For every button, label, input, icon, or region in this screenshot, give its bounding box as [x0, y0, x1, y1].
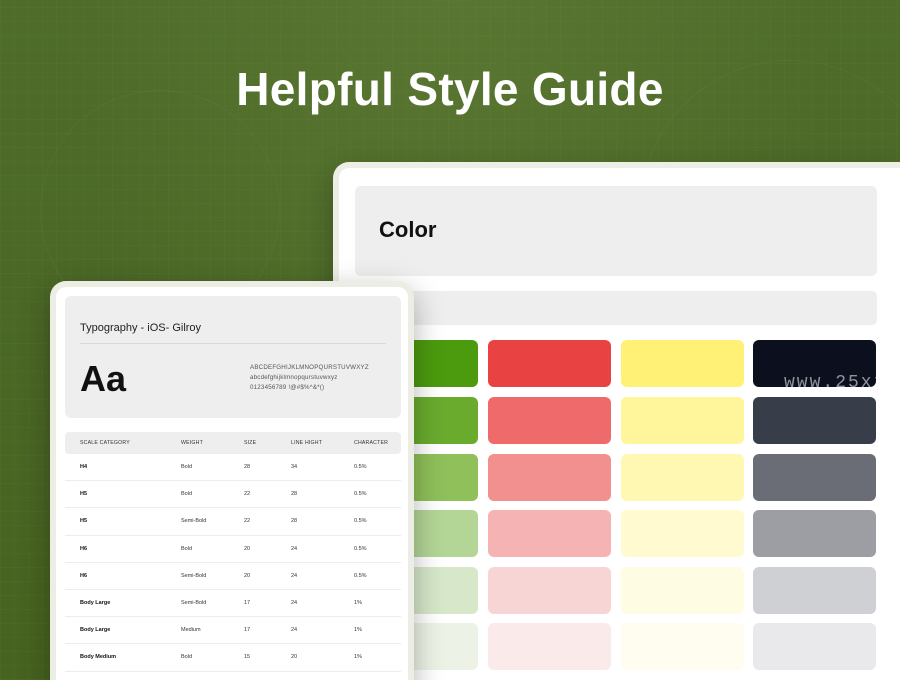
color-panel: Color OR www.25xt.com: [333, 162, 900, 680]
typography-panel: Typography - iOS- Gilroy Aa ABCDEFGHIJKL…: [50, 281, 414, 680]
column-header: LINE HIGHT: [291, 440, 323, 446]
cell-size: 20: [244, 572, 251, 579]
table-row: Body Large Medium 17 24 1%: [65, 617, 401, 645]
color-swatch-neutral-2[interactable]: [753, 397, 876, 444]
cell-character: 1%: [354, 627, 362, 634]
cell-size: 22: [244, 518, 251, 525]
sample-uppercase: ABCDEFGHIJKLMNOPQURSTUVWXYZ: [250, 364, 369, 371]
color-swatch-red-6[interactable]: [488, 623, 611, 670]
cell-scale-category: Body Large: [80, 600, 111, 607]
cell-scale-category: H5: [80, 491, 88, 498]
color-swatch-red-5[interactable]: [488, 567, 611, 614]
column-header: CHARACTER: [354, 440, 389, 446]
cell-line-height: 24: [291, 572, 298, 579]
cell-scale-category: Body Large: [80, 627, 111, 634]
color-swatch-red-4[interactable]: [488, 510, 611, 557]
color-swatch-yellow-1[interactable]: [621, 340, 744, 387]
color-subheader: OR: [355, 291, 877, 325]
table-row: H5 Semi-Bold 22 28 0.5%: [65, 508, 401, 536]
cell-weight: Medium: [181, 627, 201, 634]
cell-scale-category: H6: [80, 572, 88, 579]
cell-line-height: 24: [291, 545, 298, 552]
column-header: WEIGHT: [181, 440, 203, 446]
cell-size: 15: [244, 654, 251, 661]
typography-header: Typography - iOS- Gilroy Aa ABCDEFGHIJKL…: [65, 296, 401, 418]
column-header: SIZE: [244, 440, 257, 446]
cell-line-height: 28: [291, 518, 298, 525]
cell-line-height: 24: [291, 627, 298, 634]
divider: [80, 343, 386, 344]
cell-scale-category: H6: [80, 545, 88, 552]
color-title: Color: [379, 217, 437, 242]
color-swatch-yellow-4[interactable]: [621, 510, 744, 557]
table-row: H6 Semi-Bold 20 24 0.5%: [65, 563, 401, 590]
cell-character: 1%: [354, 654, 362, 661]
watermark: www.25xt.com: [784, 373, 900, 393]
color-swatch-neutral-3[interactable]: [753, 454, 876, 501]
table-row: Body Large Semi-Bold 17 24 1%: [65, 590, 401, 618]
cell-character: 1%: [354, 600, 362, 607]
cell-line-height: 28: [291, 491, 298, 498]
color-header: Color: [355, 186, 877, 276]
cell-size: 22: [244, 491, 251, 498]
cell-character: 0.5%: [354, 572, 367, 579]
color-swatch-red-2[interactable]: [488, 397, 611, 444]
sample-lowercase: abcdefghijklmnopqurstuvwxyz: [250, 374, 338, 381]
table-body: H4 Bold 28 34 0.5% H5 Bold 22 28 0.5% H5 Semi-Bold 2…: [65, 454, 401, 672]
table-row: H6 Bold 20 24 0.5%: [65, 536, 401, 563]
color-swatch-neutral-6[interactable]: [753, 623, 876, 670]
cell-scale-category: H4: [80, 464, 88, 471]
cell-weight: Bold: [181, 491, 193, 498]
cell-weight: Semi-Bold: [181, 572, 207, 579]
color-swatch-red-3[interactable]: [488, 454, 611, 501]
type-scale-table: SCALE CATEGORY WEIGHT SIZE LINE HIGHT CH…: [65, 432, 401, 672]
table-header: SCALE CATEGORY WEIGHT SIZE LINE HIGHT CH…: [65, 432, 401, 454]
cell-scale-category: H5: [80, 518, 88, 525]
cell-line-height: 34: [291, 464, 298, 471]
cell-character: 0.5%: [354, 518, 367, 525]
color-swatch-yellow-2[interactable]: [621, 397, 744, 444]
color-swatch-yellow-5[interactable]: [621, 567, 744, 614]
cell-character: 0.5%: [354, 491, 367, 498]
sample-numerals: 0123456789 !@#$%^&*(): [250, 384, 325, 391]
column-header: SCALE CATEGORY: [80, 440, 130, 446]
cell-weight: Bold: [181, 464, 193, 471]
type-specimen: Aa: [80, 358, 127, 399]
cell-weight: Bold: [181, 654, 193, 661]
color-swatch-yellow-3[interactable]: [621, 454, 744, 501]
table-row: Body Medium Bold 15 20 1%: [65, 644, 401, 672]
cell-scale-category: Body Medium: [80, 654, 117, 661]
character-sample: ABCDEFGHIJKLMNOPQURSTUVWXYZ abcdefghijkl…: [250, 363, 369, 393]
cell-line-height: 20: [291, 654, 298, 661]
color-swatch-yellow-6[interactable]: [621, 623, 744, 670]
color-swatch-red-1[interactable]: [488, 340, 611, 387]
cell-character: 0.5%: [354, 545, 367, 552]
color-swatch-neutral-5[interactable]: [753, 567, 876, 614]
color-swatch-neutral-4[interactable]: [753, 510, 876, 557]
typography-title: Typography - iOS- Gilroy: [80, 322, 202, 334]
table-row: H4 Bold 28 34 0.5%: [65, 454, 401, 482]
cell-weight: Bold: [181, 545, 193, 552]
cell-character: 0.5%: [354, 464, 367, 471]
cell-size: 20: [244, 545, 251, 552]
cell-weight: Semi-Bold: [181, 600, 207, 607]
cell-size: 17: [244, 600, 251, 607]
cell-weight: Semi-Bold: [181, 518, 207, 525]
cell-line-height: 24: [291, 600, 298, 607]
page-title: Helpful Style Guide: [236, 63, 664, 115]
cell-size: 28: [244, 464, 251, 471]
table-row: H5 Bold 22 28 0.5%: [65, 481, 401, 509]
cell-size: 17: [244, 627, 251, 634]
